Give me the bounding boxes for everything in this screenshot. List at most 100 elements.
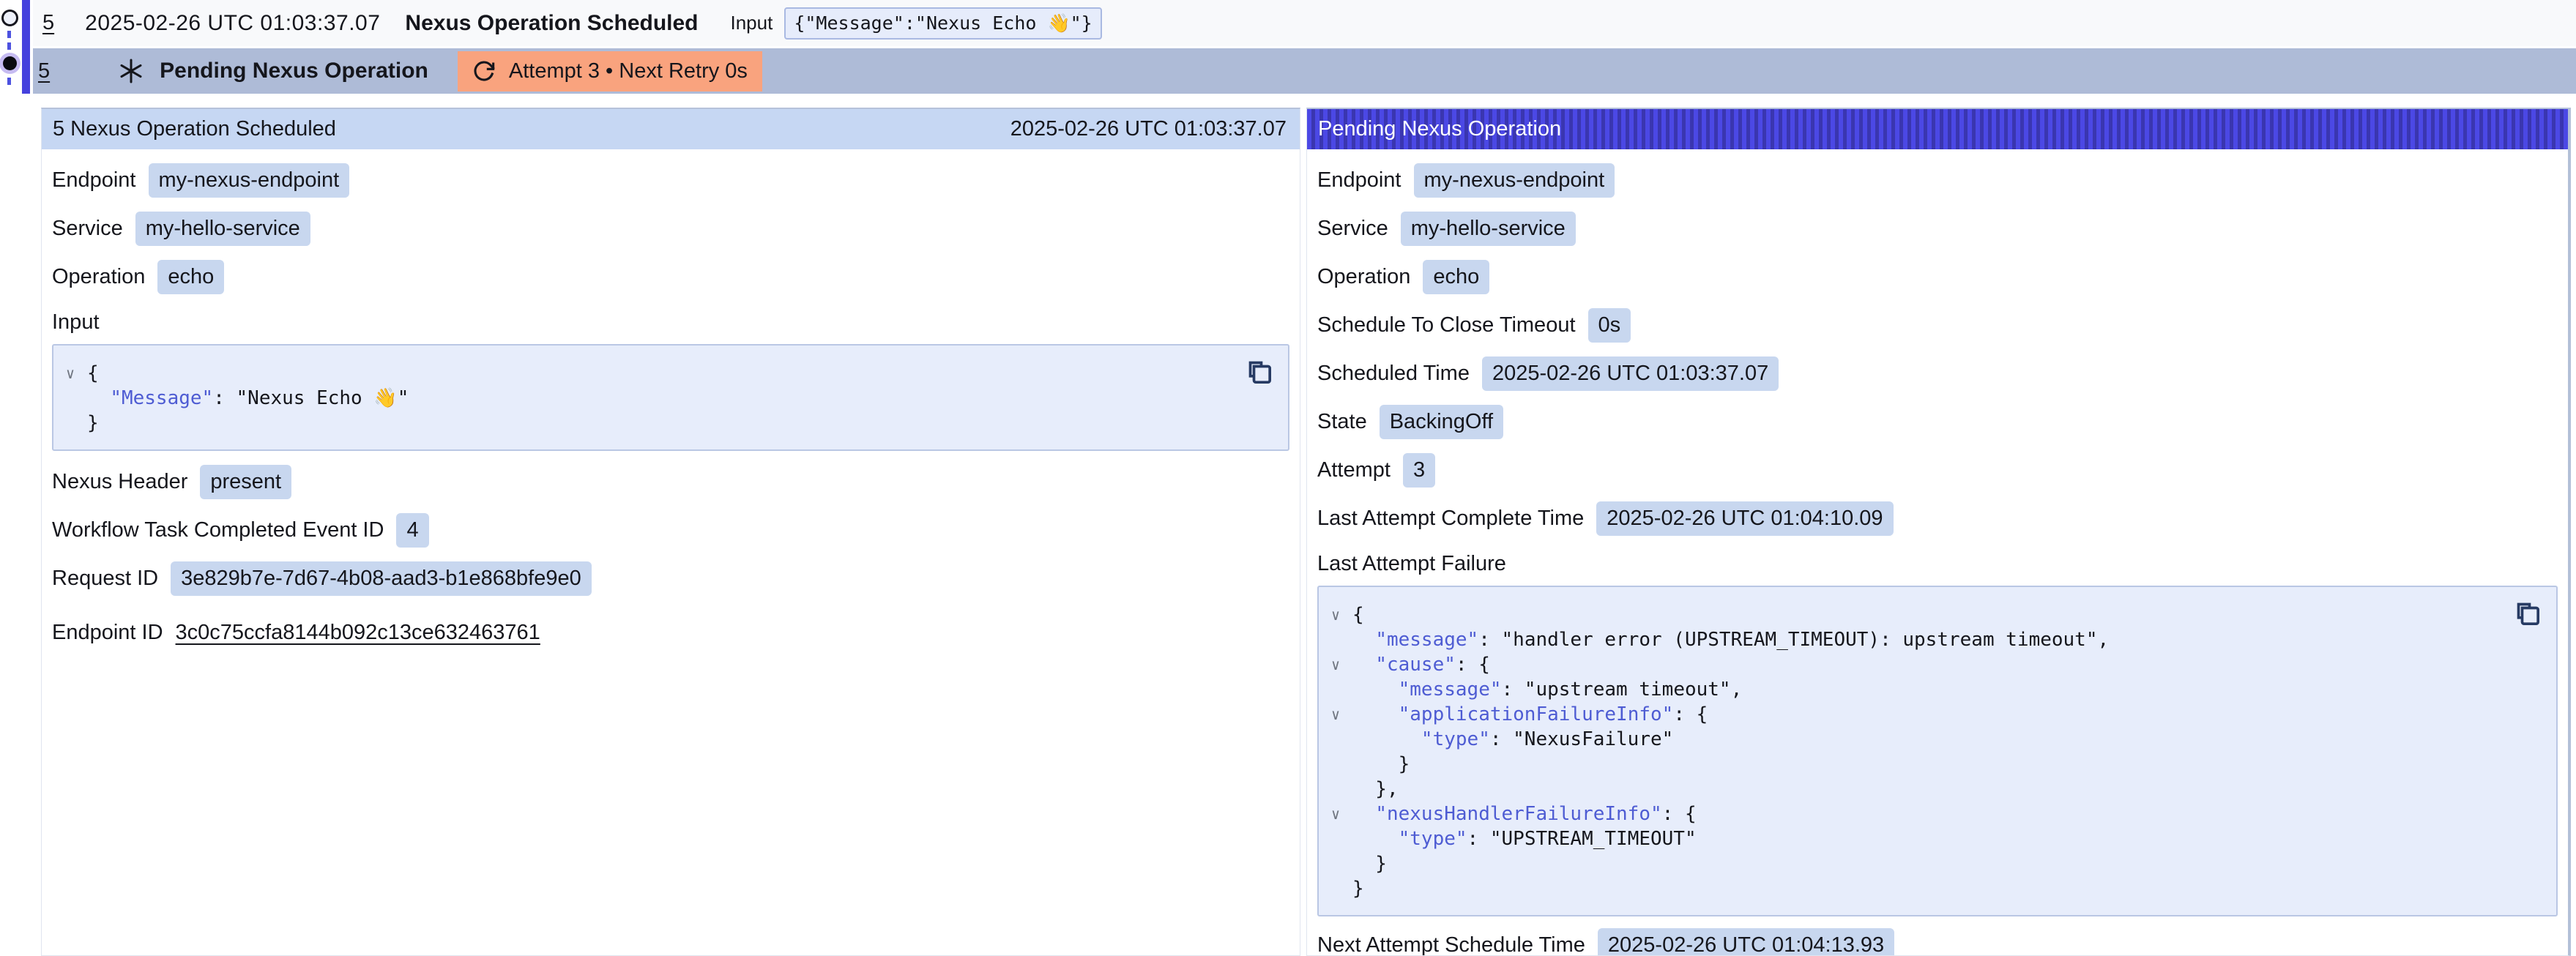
gutter-spacer [1319,777,1352,802]
collapse-chevron-icon[interactable]: ∨ [1319,702,1352,727]
field-state: State BackingOff [1317,405,2558,439]
gutter-spacer [1319,752,1352,777]
json-text: "message": "handler error (UPSTREAM_TIME… [1352,627,2109,652]
pending-panel-title: Pending Nexus Operation [1318,117,1561,141]
json-text: }, [1352,777,1399,802]
json-text: "nexusHandlerFailureInfo": { [1352,802,1697,826]
gutter-spacer [1319,826,1352,851]
gutter-spacer [53,411,87,436]
field-label: Next Attempt Schedule Time [1317,933,1585,956]
pending-panel-header: Pending Nexus Operation [1307,109,2568,149]
field-next-attempt-schedule-time: Next Attempt Schedule Time 2025-02-26 UT… [1317,928,2558,956]
field-label: Last Attempt Failure [1317,552,1506,576]
field-label: Operation [1317,265,1410,289]
operation-value-chip: echo [1423,260,1489,294]
json-text: { [87,361,99,386]
input-label: Input [731,12,773,34]
stct-value-chip: 0s [1588,308,1631,343]
input-json-block: ∨{ "Message": "Nexus Echo 👋"} [52,344,1289,451]
gutter-spacer [1319,851,1352,876]
event-id-link[interactable]: 5 [42,11,54,35]
field-service: Service my-hello-service [52,212,1289,246]
field-request-id: Request ID 3e829b7e-7d67-4b08-aad3-b1e86… [52,561,1289,596]
json-line: }, [1319,777,2505,802]
collapse-chevron-icon[interactable]: ∨ [1319,802,1352,826]
attempt-badge: Attempt 3 • Next Retry 0s [458,51,762,92]
copy-button[interactable] [2512,597,2543,631]
field-endpoint-id: Endpoint ID 3c0c75ccfa8144b092c13ce63246… [52,616,1289,649]
json-text: { [1352,602,1364,627]
field-scheduled-time: Scheduled Time 2025-02-26 UTC 01:03:37.0… [1317,356,2558,391]
collapse-chevron-icon[interactable]: ∨ [1319,602,1352,627]
field-endpoint: Endpoint my-nexus-endpoint [52,163,1289,198]
field-label: Schedule To Close Timeout [1317,313,1576,337]
request-id-value-chip: 3e829b7e-7d67-4b08-aad3-b1e868bfe9e0 [171,561,592,596]
field-operation: Operation echo [52,260,1289,294]
gutter-spacer [1319,627,1352,652]
json-text: } [1352,851,1387,876]
json-text: } [1352,752,1410,777]
field-last-attempt-complete-time: Last Attempt Complete Time 2025-02-26 UT… [1317,501,2558,536]
endpoint-id-link[interactable]: 3c0c75ccfa8144b092c13ce632463761 [176,621,540,645]
json-line: } [1319,851,2505,876]
json-line: ∨{ [1319,602,2505,627]
lact-value-chip: 2025-02-26 UTC 01:04:10.09 [1596,501,1893,536]
state-value-chip: BackingOff [1380,405,1503,439]
copy-icon [2513,597,2542,630]
scheduled-panel-timestamp: 2025-02-26 UTC 01:03:37.07 [1010,117,1287,141]
service-value-chip: my-hello-service [135,212,310,246]
json-line: "type": "NexusFailure" [1319,727,2505,752]
pending-operation-row[interactable]: 5 Pending Nexus Operation Attempt 3 • Ne… [33,48,2576,94]
operation-value-chip: echo [157,260,224,294]
field-label: Service [1317,217,1388,241]
pending-operation-panel: Pending Nexus Operation Endpoint my-nexu… [1306,108,2571,956]
event-summary-row[interactable]: 5 2025-02-26 UTC 01:03:37.07 Nexus Opera… [33,0,2576,46]
json-text: "Message": "Nexus Echo 👋" [87,386,409,411]
field-label: Input [52,310,100,335]
json-text: "cause": { [1352,652,1490,677]
field-label: Request ID [52,567,158,591]
json-line: "Message": "Nexus Echo 👋" [53,386,1237,411]
pending-asterisk-icon [117,57,145,85]
endpoint-value-chip: my-nexus-endpoint [149,163,350,198]
failure-json-block: ∨{ "message": "handler error (UPSTREAM_T… [1317,586,2558,916]
event-title: Nexus Operation Scheduled [405,11,698,36]
field-label: Endpoint ID [52,621,163,645]
endpoint-value-chip: my-nexus-endpoint [1414,163,1615,198]
field-label: Endpoint [1317,168,1401,193]
json-text: "message": "upstream timeout", [1352,677,1742,702]
scheduled-event-panel: 5 Nexus Operation Scheduled 2025-02-26 U… [41,108,1300,956]
field-input-label: Input [52,310,1289,335]
scheduled-time-value-chip: 2025-02-26 UTC 01:03:37.07 [1482,356,1779,391]
json-line: "message": "handler error (UPSTREAM_TIME… [1319,627,2505,652]
json-text: "type": "NexusFailure" [1352,727,1673,752]
gutter-spacer [1319,677,1352,702]
nast-value-chip: 2025-02-26 UTC 01:04:13.93 [1598,928,1894,956]
field-attempt: Attempt 3 [1317,453,2558,488]
service-value-chip: my-hello-service [1401,212,1576,246]
json-line: ∨ "cause": { [1319,652,2505,677]
timeline-filled-circle-icon [3,56,17,70]
collapse-chevron-icon[interactable]: ∨ [1319,652,1352,677]
pending-title: Pending Nexus Operation [160,59,428,83]
json-line: ∨{ [53,361,1237,386]
collapse-chevron-icon[interactable]: ∨ [53,361,87,386]
copy-button[interactable] [1244,356,1275,389]
field-label: Operation [52,265,145,289]
json-line: } [1319,752,2505,777]
field-label: Workflow Task Completed Event ID [52,518,384,542]
gutter-spacer [1319,876,1352,901]
event-history-view: 5 2025-02-26 UTC 01:03:37.07 Nexus Opera… [0,0,2576,956]
scheduled-panel-title: 5 Nexus Operation Scheduled [53,117,336,141]
gutter-spacer [53,386,87,411]
field-label: Nexus Header [52,470,187,494]
field-label: Service [52,217,123,241]
json-text: "type": "UPSTREAM_TIMEOUT" [1352,826,1697,851]
json-line: "type": "UPSTREAM_TIMEOUT" [1319,826,2505,851]
json-line: ∨ "nexusHandlerFailureInfo": { [1319,802,2505,826]
input-preview-chip[interactable]: {"Message":"Nexus Echo 👋"} [784,7,1101,40]
pending-id-link[interactable]: 5 [38,59,50,83]
field-label: Endpoint [52,168,136,193]
scheduled-panel-header: 5 Nexus Operation Scheduled 2025-02-26 U… [42,109,1300,149]
field-wtce-id: Workflow Task Completed Event ID 4 [52,513,1289,548]
